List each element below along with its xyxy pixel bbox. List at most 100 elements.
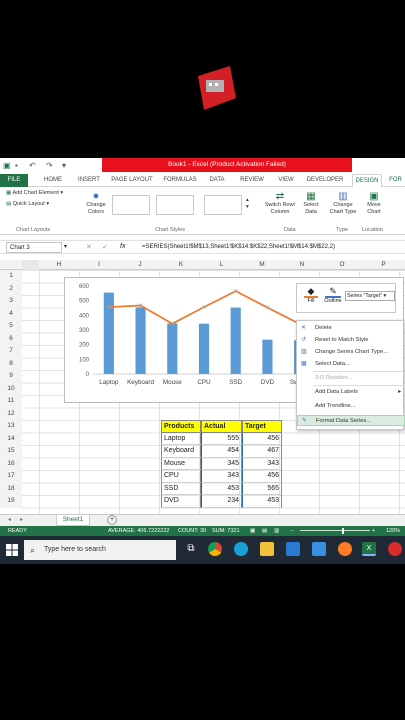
select-all-corner[interactable] [22, 260, 39, 270]
windows-start-icon[interactable] [6, 544, 18, 556]
tab-insert[interactable]: INSERT [72, 174, 106, 187]
normal-view-icon[interactable]: ▦ [250, 526, 255, 536]
row-header[interactable]: 19 [0, 495, 22, 508]
fill-button[interactable]: ◆ Fill [301, 286, 321, 304]
table-cell[interactable]: 456 [242, 470, 282, 483]
table-cell[interactable]: DVD [161, 495, 201, 508]
switch-row-column-button[interactable]: ⇄ Switch Row/ Column [262, 191, 298, 215]
row-header[interactable]: 13 [0, 420, 22, 433]
sheet-tab-sheet1[interactable]: Sheet1 [56, 515, 90, 526]
tab-view[interactable]: VIEW [272, 174, 300, 187]
menu-item-add-data-labels[interactable]: Add Data Labels ▸ [297, 387, 405, 398]
edge-icon[interactable] [234, 542, 248, 556]
file-explorer-icon[interactable] [260, 542, 274, 556]
menu-item-3d-rotation[interactable]: 3-D Rotation... [297, 373, 405, 384]
zoom-out-icon[interactable]: − [290, 526, 293, 536]
menu-item-select-data[interactable]: ▦ Select Data... [297, 359, 405, 370]
save-icon[interactable]: ▪ [15, 161, 24, 170]
row-header[interactable]: 11 [0, 395, 22, 408]
table-cell[interactable]: 453 [242, 495, 282, 508]
quick-layout-button[interactable]: ▤ Quick Layout ▾ [6, 201, 49, 208]
taskbar-search[interactable]: ⌕ Type here to search [24, 540, 176, 560]
table-cell[interactable]: 456 [242, 432, 282, 445]
tab-developer[interactable]: DEVELOPER [302, 174, 348, 187]
row-header[interactable]: 8 [0, 357, 22, 370]
row-header[interactable]: 12 [0, 407, 22, 420]
table-header-cell[interactable]: Actual [201, 420, 242, 433]
table-cell[interactable]: 555 [201, 432, 242, 445]
menu-item-format-data-series[interactable]: ✎ Format Data Series... [297, 415, 405, 426]
table-cell[interactable]: Keyboard [161, 445, 201, 458]
table-header-cell[interactable]: Target [242, 420, 282, 433]
zoom-level[interactable]: 120% [386, 526, 400, 536]
column-header[interactable]: L [201, 260, 242, 270]
enter-icon[interactable]: ✓ [102, 243, 108, 251]
mail-icon[interactable] [312, 542, 326, 556]
outline-button[interactable]: ✎ Outline [322, 286, 344, 304]
row-header[interactable]: 15 [0, 445, 22, 458]
zoom-slider[interactable] [300, 530, 370, 531]
page-break-view-icon[interactable]: ▥ [274, 526, 279, 536]
column-header[interactable]: J [119, 260, 161, 270]
change-chart-type-button[interactable]: ▥ Change Chart Type [328, 191, 358, 215]
row-header[interactable]: 10 [0, 382, 22, 395]
name-box[interactable]: Chart 3 [6, 242, 62, 253]
row-header[interactable]: 7 [0, 345, 22, 358]
series-select[interactable]: Series "Target" ▾ [345, 291, 395, 301]
column-header[interactable]: I [79, 260, 119, 270]
move-chart-button[interactable]: ▣ Move Chart [362, 191, 386, 215]
row-header[interactable]: 18 [0, 482, 22, 495]
scroll-right-icon[interactable]: ▸ [20, 516, 23, 523]
chart-styles-scroll[interactable]: ▴ ▾ [246, 197, 249, 210]
firefox-icon[interactable] [338, 542, 352, 556]
row-header[interactable]: 16 [0, 457, 22, 470]
tab-format[interactable]: FOR [386, 174, 405, 187]
row-header[interactable]: 9 [0, 370, 22, 383]
recorder-icon[interactable] [388, 542, 402, 556]
menu-item-delete[interactable]: ✕ Delete [297, 323, 405, 334]
table-cell[interactable]: Laptop [161, 432, 201, 445]
zoom-in-icon[interactable]: + [372, 526, 375, 536]
menu-item-reset-to-match-style[interactable]: ↺ Reset to Match Style [297, 335, 405, 346]
add-chart-element-button[interactable]: ▦ Add Chart Element ▾ [6, 190, 63, 197]
menu-item-change-series-chart-type[interactable]: ▥ Change Series Chart Type... [297, 347, 405, 358]
tab-design[interactable]: DESIGN [352, 174, 382, 187]
customize-qat-icon[interactable]: ▾ [62, 161, 71, 170]
redo-icon[interactable]: ↷ [46, 161, 55, 170]
table-cell[interactable]: 234 [201, 495, 242, 508]
undo-icon[interactable]: ↶ [29, 161, 38, 170]
chart-style-3[interactable] [204, 195, 242, 215]
table-header-cell[interactable]: Products [161, 420, 201, 433]
column-header[interactable]: H [39, 260, 79, 270]
table-cell[interactable]: 345 [201, 457, 242, 470]
table-cell[interactable]: 343 [201, 470, 242, 483]
tab-file[interactable]: FILE [0, 174, 28, 187]
tab-page-layout[interactable]: PAGE LAYOUT [108, 174, 156, 187]
column-header[interactable]: O [322, 260, 362, 270]
row-header[interactable]: 6 [0, 332, 22, 345]
table-cell[interactable]: 467 [242, 445, 282, 458]
chart-style-2[interactable] [156, 195, 194, 215]
select-data-button[interactable]: ▦ Select Data [300, 191, 322, 215]
table-cell[interactable]: 565 [242, 482, 282, 495]
excel-taskbar-icon[interactable]: X [362, 542, 376, 556]
tab-data[interactable]: DATA [204, 174, 230, 187]
chart-style-1[interactable] [112, 195, 150, 215]
column-header[interactable]: K [161, 260, 201, 270]
row-header[interactable]: 14 [0, 432, 22, 445]
add-sheet-button[interactable]: + [107, 515, 117, 525]
column-header[interactable]: P [362, 260, 405, 270]
tab-home[interactable]: HOME [36, 174, 70, 187]
row-header[interactable]: 4 [0, 307, 22, 320]
page-layout-view-icon[interactable]: ▤ [262, 526, 267, 536]
table-cell[interactable]: SSD [161, 482, 201, 495]
row-header[interactable]: 1 [0, 270, 22, 283]
row-header[interactable]: 17 [0, 470, 22, 483]
table-cell[interactable]: 343 [242, 457, 282, 470]
row-header[interactable]: 3 [0, 295, 22, 308]
table-cell[interactable]: 454 [201, 445, 242, 458]
chrome-icon[interactable] [208, 542, 222, 556]
cancel-icon[interactable]: ✕ [86, 243, 92, 251]
change-colors-button[interactable]: ● Change Colors [82, 190, 110, 215]
row-header[interactable]: 5 [0, 320, 22, 333]
